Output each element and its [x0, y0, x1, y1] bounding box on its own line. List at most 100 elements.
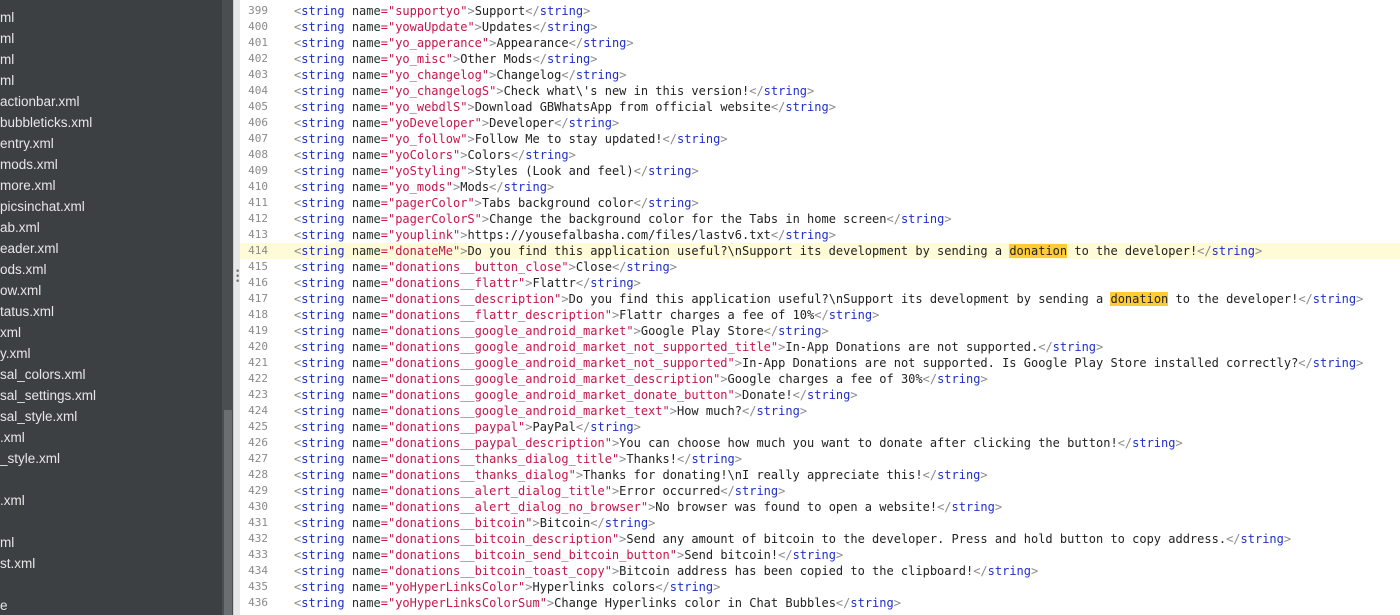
sidebar-file-item[interactable]: ml: [0, 49, 96, 70]
code-content[interactable]: <string name="pagerColorS">Change the ba…: [294, 211, 952, 227]
panel-splitter[interactable]: [233, 0, 240, 615]
code-content[interactable]: <string name="supportyo">Support</string…: [294, 3, 590, 19]
code-line[interactable]: 435 <string name="yoHyperLinksColor">Hype…: [240, 579, 1400, 595]
sidebar-file-item[interactable]: tatus.xml: [0, 301, 96, 322]
sidebar-file-item[interactable]: picsinchat.xml: [0, 196, 96, 217]
sidebar-file-item[interactable]: sal_settings.xml: [0, 385, 96, 406]
code-line[interactable]: 427 <string name="donations__thanks_dialo…: [240, 451, 1400, 467]
code-content[interactable]: <string name="yo_changelog">Changelog</s…: [294, 67, 626, 83]
code-content[interactable]: <string name="yoDeveloper">Developer</st…: [294, 115, 619, 131]
code-content[interactable]: <string name="donations__flattr_descript…: [294, 307, 879, 323]
code-content[interactable]: <string name="youplink">https://yousefal…: [294, 227, 836, 243]
code-content[interactable]: <string name="yowaUpdate">Updates</strin…: [294, 19, 598, 35]
code-line[interactable]: 426 <string name="donations__paypal_descr…: [240, 435, 1400, 451]
sidebar-file-item[interactable]: [0, 574, 96, 595]
sidebar-file-item[interactable]: more.xml: [0, 175, 96, 196]
code-content[interactable]: <string name="donations__google_android_…: [294, 339, 1103, 355]
code-content[interactable]: <string name="donations__bitcoin_descrip…: [294, 531, 1291, 547]
code-content[interactable]: <string name="donations__thanks_dialog_t…: [294, 451, 742, 467]
code-line[interactable]: 430 <string name="donations__alert_dialog…: [240, 499, 1400, 515]
code-line[interactable]: 424 <string name="donations__google_andro…: [240, 403, 1400, 419]
code-content[interactable]: <string name="yoHyperLinksColorSum">Chan…: [294, 595, 901, 611]
sidebar-file-item[interactable]: ml: [0, 7, 96, 28]
code-content[interactable]: <string name="donations__button_close">C…: [294, 259, 677, 275]
code-line[interactable]: 419 <string name="donations__google_andro…: [240, 323, 1400, 339]
code-content[interactable]: <string name="yo_misc">Other Mods</strin…: [294, 51, 598, 67]
code-content[interactable]: <string name="donations__alert_dialog_no…: [294, 499, 1002, 515]
sidebar-file-item[interactable]: [0, 511, 96, 532]
sidebar-file-item[interactable]: eader.xml: [0, 238, 96, 259]
code-line[interactable]: 429 <string name="donations__alert_dialog…: [240, 483, 1400, 499]
sidebar-file-item[interactable]: _style.xml: [0, 448, 96, 469]
code-line[interactable]: 417 <string name="donations__description"…: [240, 291, 1400, 307]
sidebar-file-item[interactable]: sal_colors.xml: [0, 364, 96, 385]
code-line[interactable]: 434 <string name="donations__bitcoin_toas…: [240, 563, 1400, 579]
sidebar-file-item[interactable]: entry.xml: [0, 133, 96, 154]
code-line[interactable]: 411 <string name="pagerColor">Tabs backgr…: [240, 195, 1400, 211]
code-line[interactable]: 416 <string name="donations__flattr">Flat…: [240, 275, 1400, 291]
code-content[interactable]: <string name="donations__flattr">Flattr<…: [294, 275, 641, 291]
sidebar-file-item[interactable]: st.xml: [0, 553, 96, 574]
code-line[interactable]: 408 <string name="yoColors">Colors</strin…: [240, 147, 1400, 163]
code-line[interactable]: 401 <string name="yo_apperance">Appearanc…: [240, 35, 1400, 51]
code-line[interactable]: 418 <string name="donations__flattr_descr…: [240, 307, 1400, 323]
sidebar-file-item[interactable]: e: [0, 595, 96, 615]
code-line[interactable]: 404 <string name="yo_changelogS">Check wh…: [240, 83, 1400, 99]
code-line[interactable]: 412 <string name="pagerColorS">Change the…: [240, 211, 1400, 227]
code-content[interactable]: <string name="donations__thanks_dialog">…: [294, 467, 988, 483]
sidebar-file-item[interactable]: ab.xml: [0, 217, 96, 238]
code-line[interactable]: 431 <string name="donations__bitcoin">Bit…: [240, 515, 1400, 531]
code-content[interactable]: <string name="yo_follow">Follow Me to st…: [294, 131, 728, 147]
code-content[interactable]: <string name="donations__bitcoin">Bitcoi…: [294, 515, 655, 531]
code-line[interactable]: 399 <string name="supportyo">Support</str…: [240, 3, 1400, 19]
code-line[interactable]: 410 <string name="yo_mods">Mods</string>: [240, 179, 1400, 195]
code-line[interactable]: 420 <string name="donations__google_andro…: [240, 339, 1400, 355]
code-line[interactable]: 403 <string name="yo_changelog">Changelog…: [240, 67, 1400, 83]
code-content[interactable]: <string name="donations__google_android_…: [294, 371, 988, 387]
code-line[interactable]: 406 <string name="yoDeveloper">Developer<…: [240, 115, 1400, 131]
code-lines[interactable]: 399 <string name="supportyo">Support</str…: [240, 3, 1400, 611]
sidebar-file-item[interactable]: ml: [0, 532, 96, 553]
code-line[interactable]: 423 <string name="donations__google_andro…: [240, 387, 1400, 403]
sidebar-file-item[interactable]: xml: [0, 322, 96, 343]
code-content[interactable]: <string name="donations__google_android_…: [294, 323, 829, 339]
code-content[interactable]: <string name="pagerColor">Tabs backgroun…: [294, 195, 699, 211]
code-line[interactable]: 425 <string name="donations__paypal">PayP…: [240, 419, 1400, 435]
sidebar-file-item[interactable]: ml: [0, 28, 96, 49]
code-content[interactable]: <string name="donations__google_android_…: [294, 387, 858, 403]
sidebar-file-item[interactable]: .xml: [0, 427, 96, 448]
code-content[interactable]: <string name="donations__bitcoin_send_bi…: [294, 547, 843, 563]
code-line[interactable]: 409 <string name="yoStyling">Styles (Look…: [240, 163, 1400, 179]
code-content[interactable]: <string name="yoColors">Colors</string>: [294, 147, 576, 163]
code-line[interactable]: 407 <string name="yo_follow">Follow Me to…: [240, 131, 1400, 147]
code-line[interactable]: 405 <string name="yo_webdlS">Download GBW…: [240, 99, 1400, 115]
code-content[interactable]: <string name="donations__bitcoin_toast_c…: [294, 563, 1038, 579]
sidebar-file-item[interactable]: sal_style.xml: [0, 406, 96, 427]
code-editor[interactable]: 399 <string name="supportyo">Support</str…: [240, 0, 1400, 615]
code-content[interactable]: <string name="donations__google_android_…: [294, 355, 1363, 371]
sidebar-file-item[interactable]: [0, 469, 96, 490]
sidebar-scrollbar-thumb[interactable]: [224, 410, 232, 615]
code-content[interactable]: <string name="donations__description">Do…: [294, 291, 1363, 307]
code-content[interactable]: <string name="donateMe">Do you find this…: [294, 243, 1262, 259]
code-line[interactable]: 428 <string name="donations__thanks_dialo…: [240, 467, 1400, 483]
code-line[interactable]: 432 <string name="donations__bitcoin_desc…: [240, 531, 1400, 547]
sidebar-file-item[interactable]: .xml: [0, 490, 96, 511]
sidebar-file-item[interactable]: ods.xml: [0, 259, 96, 280]
sidebar-file-item[interactable]: mods.xml: [0, 154, 96, 175]
code-content[interactable]: <string name="yo_mods">Mods</string>: [294, 179, 554, 195]
sidebar-file-item[interactable]: bubbleticks.xml: [0, 112, 96, 133]
sidebar-file-item[interactable]: ow.xml: [0, 280, 96, 301]
code-content[interactable]: <string name="donations__google_android_…: [294, 403, 807, 419]
code-line[interactable]: 414 <string name="donateMe">Do you find t…: [240, 243, 1400, 259]
code-line[interactable]: 421 <string name="donations__google_andro…: [240, 355, 1400, 371]
code-line[interactable]: 400 <string name="yowaUpdate">Updates</st…: [240, 19, 1400, 35]
code-line[interactable]: 422 <string name="donations__google_andro…: [240, 371, 1400, 387]
code-line[interactable]: 413 <string name="youplink">https://youse…: [240, 227, 1400, 243]
sidebar-file-item[interactable]: ml: [0, 70, 96, 91]
code-content[interactable]: <string name="yo_webdlS">Download GBWhat…: [294, 99, 836, 115]
code-content[interactable]: <string name="donations__paypal_descript…: [294, 435, 1183, 451]
code-line[interactable]: 433 <string name="donations__bitcoin_send…: [240, 547, 1400, 563]
sidebar-file-item[interactable]: actionbar.xml: [0, 91, 96, 112]
code-line[interactable]: 415 <string name="donations__button_close…: [240, 259, 1400, 275]
